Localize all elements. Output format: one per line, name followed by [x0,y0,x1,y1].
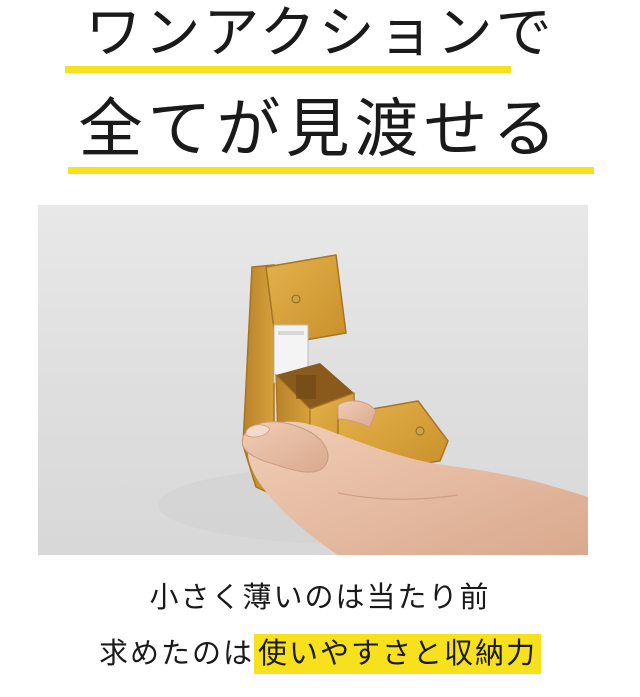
wallet-in-hand-photo [38,205,588,555]
caption-line-2-highlight: 使いやすさと収納力 [254,634,542,674]
caption-line-2: 求めたのは 使いやすさと収納力 [0,634,640,674]
headline-line-2: 全てが見渡せる [78,93,562,167]
headline-underline-1 [65,66,511,73]
wallet-illustration [158,254,588,555]
caption-line-2-plain: 求めたのは [98,636,254,670]
headline-underline-2 [68,167,594,174]
caption-line-1: 小さく薄いのは当たり前 [149,580,491,614]
headline-line-1: ワンアクションで [85,1,555,66]
